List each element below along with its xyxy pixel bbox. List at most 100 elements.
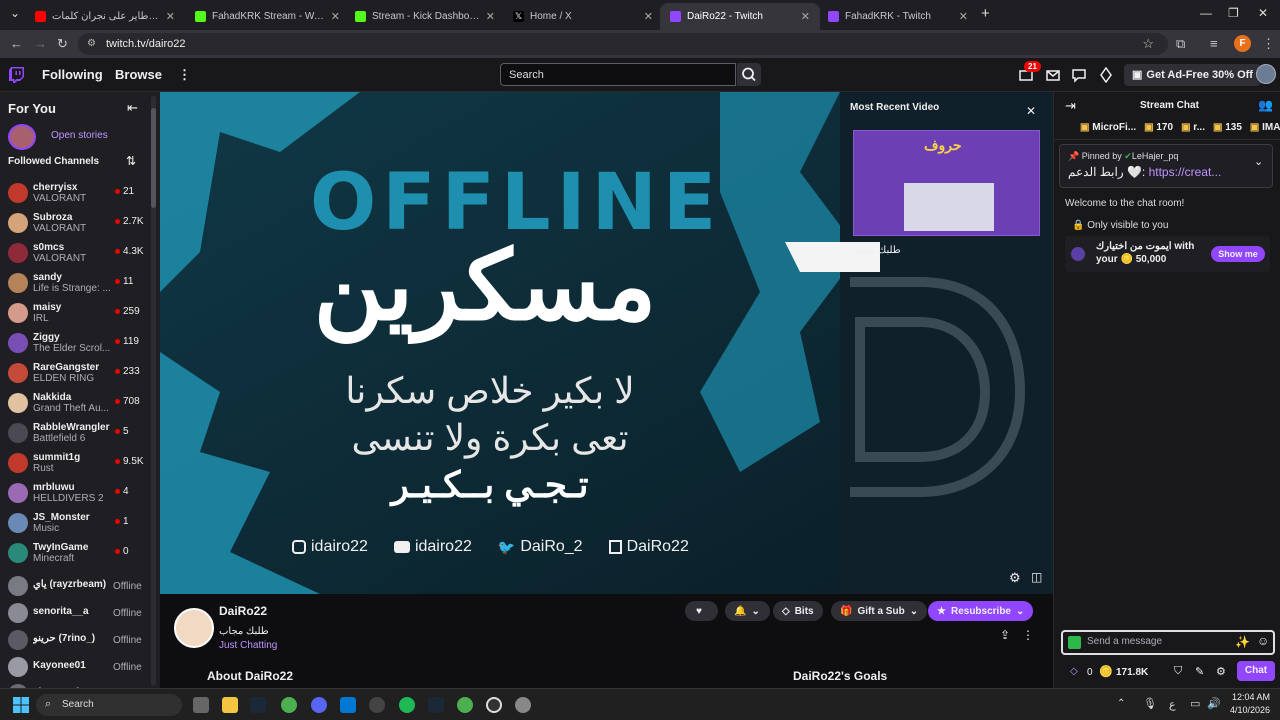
steam-icon[interactable]: [250, 697, 266, 713]
whispers-icon[interactable]: [1071, 67, 1087, 83]
tab-dairo22-twitch[interactable]: DaiRo22 - Twitch ✕: [660, 3, 820, 30]
taskbar-search[interactable]: ⌕ Search: [36, 694, 182, 716]
file-explorer-icon[interactable]: [222, 697, 238, 713]
shield-icon[interactable]: ⛉: [1174, 665, 1182, 678]
close-window-button[interactable]: ✕: [1258, 6, 1268, 20]
site-info-icon[interactable]: ⚙: [87, 38, 96, 49]
pinned-link[interactable]: https://creat...: [1149, 165, 1222, 179]
settings-gear-icon[interactable]: ⚙: [1009, 570, 1021, 586]
chrome-icon[interactable]: [281, 697, 297, 713]
nav-browse[interactable]: Browse: [115, 67, 162, 82]
followed-channel-item[interactable]: maisy IRL 259: [0, 299, 150, 329]
clock-time[interactable]: 12:04 AM: [1228, 692, 1270, 702]
maximize-button[interactable]: ❐: [1228, 6, 1239, 20]
community-icon[interactable]: 👥: [1258, 98, 1273, 112]
tab-fahadkrk-kick[interactable]: FahadKRK Stream - Watch Live ✕: [185, 3, 350, 30]
gift-sub-button[interactable]: 🎁 Gift a Sub ⌄: [831, 601, 928, 621]
clock-date[interactable]: 4/10/2026: [1224, 705, 1270, 715]
followed-channel-item[interactable]: summit1g Rust 9.5K: [0, 449, 150, 479]
twitch-logo-icon[interactable]: [9, 67, 24, 83]
followed-channel-item[interactable]: حرينو (7rino_) Offline: [0, 626, 150, 656]
emote-picker-icon[interactable]: ☺: [1257, 634, 1269, 648]
followed-channel-item[interactable]: ياي (rayzrbeam) Offline: [0, 572, 150, 602]
volume-icon[interactable]: 🔊: [1207, 697, 1221, 710]
media-icon[interactable]: ≡: [1210, 36, 1218, 51]
close-panel-icon[interactable]: ✕: [1026, 104, 1036, 118]
chat-input[interactable]: Send a message ✨ ☺: [1061, 630, 1275, 655]
chrome-active-icon[interactable]: [457, 697, 473, 713]
bits-icon[interactable]: ◇: [1070, 666, 1078, 677]
nav-following[interactable]: Following: [42, 67, 103, 82]
extensions-icon[interactable]: ⧉: [1176, 36, 1185, 52]
sort-icon[interactable]: ⇅: [126, 154, 136, 168]
close-icon[interactable]: ✕: [486, 10, 495, 23]
forward-icon[interactable]: →: [34, 36, 47, 51]
browser-menu-icon[interactable]: ⋮: [1262, 36, 1275, 52]
tab-youtube[interactable]: شيلة باطير طاير على نجران كلمات ✕: [25, 3, 185, 30]
category-link[interactable]: Just Chatting: [219, 640, 277, 651]
tab-kick-dashboard[interactable]: Stream - Kick Dashboard ✕: [345, 3, 505, 30]
bits-button[interactable]: ◇ Bits: [773, 601, 823, 621]
followed-channel-item[interactable]: JS_Monster Music 1: [0, 509, 150, 539]
network-icon[interactable]: ▭: [1190, 697, 1200, 710]
open-stories-link[interactable]: Open stories: [51, 130, 108, 141]
followed-channel-item[interactable]: Subroza VALORANT 2.7K: [0, 209, 150, 239]
followed-channel-item[interactable]: senorita__a Offline: [0, 599, 150, 629]
more-options-icon[interactable]: ⋮: [1022, 628, 1034, 642]
discord-icon[interactable]: [311, 697, 327, 713]
close-icon[interactable]: ✕: [331, 10, 340, 23]
notification-bell-button[interactable]: 🔔 ⌄: [725, 601, 770, 621]
url-field[interactable]: ⚙ twitch.tv/dairo22 ☆: [78, 33, 1168, 55]
sidebar-scrollbar[interactable]: [151, 96, 156, 686]
minimize-button[interactable]: —: [1200, 6, 1212, 20]
spotify-icon[interactable]: [399, 697, 415, 713]
followed-channel-item[interactable]: Ziggy The Elder Scrol... 119: [0, 329, 150, 359]
expand-pinned-icon[interactable]: ⌄: [1254, 155, 1263, 168]
followed-channel-item[interactable]: RareGangster ELDEN RING 233: [0, 359, 150, 389]
reload-icon[interactable]: ↻: [57, 36, 68, 52]
new-tab-button[interactable]: +: [981, 5, 990, 22]
collapse-sidebar-icon[interactable]: ⇤: [127, 100, 138, 116]
chat-send-button[interactable]: Chat: [1237, 661, 1275, 681]
ad-free-button[interactable]: ▣ Get Ad-Free 30% Off: [1124, 64, 1261, 86]
pinned-message[interactable]: 📌 Pinned by ✔LeHajer_pq رابط الدعم 🤍: ht…: [1059, 144, 1273, 188]
scrollbar-thumb[interactable]: [151, 108, 156, 208]
back-icon[interactable]: ←: [10, 36, 23, 51]
profile-avatar[interactable]: F: [1234, 35, 1251, 52]
settings-icon[interactable]: [515, 697, 531, 713]
show-me-button[interactable]: Show me: [1211, 246, 1265, 262]
task-view-icon[interactable]: [193, 697, 209, 713]
channel-points-count[interactable]: 171.8K: [1116, 667, 1148, 678]
tab-fahadkrk-twitch[interactable]: FahadKRK - Twitch ✕: [818, 3, 978, 30]
obs-icon[interactable]: [369, 697, 385, 713]
more-menu-icon[interactable]: ⋮: [178, 67, 191, 83]
followed-channel-item[interactable]: cherryisx VALORANT 21: [0, 179, 150, 209]
channel-avatar[interactable]: [174, 608, 214, 648]
windows-start-icon[interactable]: [13, 697, 29, 713]
followed-channel-item[interactable]: TwyInGame Minecraft 0: [0, 539, 150, 569]
recent-video-title[interactable]: طلبك مجاب: [851, 245, 901, 256]
share-icon[interactable]: ⇪: [1000, 628, 1010, 642]
mod-pen-icon[interactable]: ✎: [1195, 665, 1204, 678]
leaderboard[interactable]: ▣ MicroFi... ▣ 170 ▣ r... ▣ 135 ▣ IMA: [1054, 118, 1280, 140]
close-icon[interactable]: ✕: [644, 10, 653, 23]
followed-channel-item[interactable]: Nakkida Grand Theft Au... 708: [0, 389, 150, 419]
channel-name[interactable]: DaiRo22: [219, 604, 267, 618]
bookmark-star-icon[interactable]: ☆: [1142, 36, 1154, 52]
language-indicator[interactable]: ع: [1169, 698, 1176, 711]
stories-avatar[interactable]: [8, 124, 36, 150]
search-input[interactable]: Search: [500, 63, 736, 86]
resubscribe-button[interactable]: ★ Resubscribe ⌄: [928, 601, 1034, 621]
followed-channel-item[interactable]: sandy Life is Strange: ... 11: [0, 269, 150, 299]
collapse-chat-icon[interactable]: ⇥: [1065, 98, 1076, 114]
followed-channel-item[interactable]: s0mcs VALORANT 4.3K: [0, 239, 150, 269]
microphone-icon[interactable]: 🎙: [1143, 697, 1157, 710]
chat-settings-icon[interactable]: ⚙: [1216, 665, 1226, 678]
bits-icon[interactable]: [1098, 67, 1114, 83]
magic-wand-icon[interactable]: ✨: [1235, 635, 1250, 649]
user-avatar[interactable]: [1256, 64, 1276, 84]
mail-icon[interactable]: [340, 697, 356, 713]
inbox-icon[interactable]: [1045, 67, 1061, 83]
theatre-mode-icon[interactable]: ◫: [1031, 570, 1042, 584]
follow-heart-button[interactable]: ♥: [685, 601, 718, 621]
